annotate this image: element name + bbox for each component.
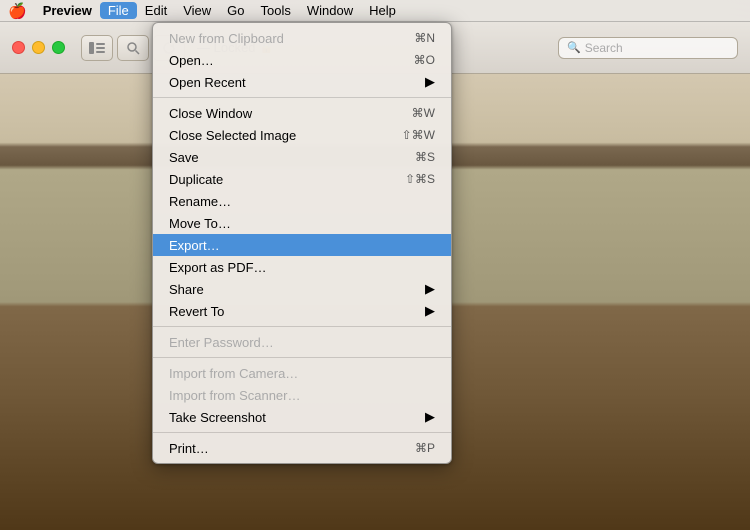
menu-item-move-to-label: Move To… — [169, 216, 435, 231]
menu-item-open-recent-label: Open Recent — [169, 75, 421, 90]
menu-item-rename-label: Rename… — [169, 194, 435, 209]
menu-item-save[interactable]: Save ⌘S — [153, 146, 451, 168]
fullscreen-button[interactable] — [52, 41, 65, 54]
menu-item-move-to[interactable]: Move To… — [153, 212, 451, 234]
zoom-button[interactable] — [117, 35, 149, 61]
menu-item-print[interactable]: Print… ⌘P — [153, 437, 451, 459]
menu-item-close-window-shortcut: ⌘W — [412, 106, 435, 120]
menu-item-close-window-label: Close Window — [169, 106, 392, 121]
menu-item-share-label: Share — [169, 282, 421, 297]
apple-menu-icon[interactable]: 🍎 — [8, 2, 27, 20]
menu-item-close-window[interactable]: Close Window ⌘W — [153, 102, 451, 124]
menu-item-enter-password[interactable]: Enter Password… — [153, 331, 451, 353]
menu-item-print-label: Print… — [169, 441, 395, 456]
menu-item-import-from-scanner[interactable]: Import from Scanner… — [153, 384, 451, 406]
menu-item-open-recent[interactable]: Open Recent ▶ — [153, 71, 451, 93]
menu-item-save-shortcut: ⌘S — [415, 150, 435, 164]
menubar: 🍎 Preview File Edit View Go Tools Window… — [0, 0, 750, 22]
menu-item-take-screenshot[interactable]: Take Screenshot ▶ — [153, 406, 451, 428]
menubar-item-file[interactable]: File — [100, 2, 137, 19]
menubar-item-preview[interactable]: Preview — [35, 2, 100, 19]
menu-item-close-selected-image[interactable]: Close Selected Image ⇧⌘W — [153, 124, 451, 146]
menu-item-duplicate[interactable]: Duplicate ⇧⌘S — [153, 168, 451, 190]
menubar-item-help[interactable]: Help — [361, 2, 404, 19]
menu-item-open-shortcut: ⌘O — [414, 53, 435, 67]
search-placeholder: Search — [585, 41, 623, 55]
revert-to-arrow-icon: ▶ — [425, 303, 435, 319]
search-box[interactable]: 🔍 Search — [558, 37, 738, 59]
search-icon: 🔍 — [567, 41, 581, 54]
menubar-item-view[interactable]: View — [175, 2, 219, 19]
menu-item-revert-to[interactable]: Revert To ▶ — [153, 300, 451, 322]
menu-item-print-shortcut: ⌘P — [415, 441, 435, 455]
menu-item-new-from-clipboard-shortcut: ⌘N — [414, 31, 435, 45]
menu-item-new-from-clipboard[interactable]: New from Clipboard ⌘N — [153, 27, 451, 49]
menu-item-export-label: Export… — [169, 238, 435, 253]
menu-item-export-as-pdf[interactable]: Export as PDF… — [153, 256, 451, 278]
menubar-item-edit[interactable]: Edit — [137, 2, 175, 19]
menu-item-export[interactable]: Export… — [153, 234, 451, 256]
menu-item-enter-password-label: Enter Password… — [169, 335, 435, 350]
menu-item-export-as-pdf-label: Export as PDF… — [169, 260, 435, 275]
share-arrow-icon: ▶ — [425, 281, 435, 297]
menu-item-duplicate-label: Duplicate — [169, 172, 385, 187]
menu-item-revert-to-label: Revert To — [169, 304, 421, 319]
separator-1 — [153, 97, 451, 98]
minimize-button[interactable] — [32, 41, 45, 54]
menubar-item-go[interactable]: Go — [219, 2, 252, 19]
close-button[interactable] — [12, 41, 25, 54]
menu-item-save-label: Save — [169, 150, 395, 165]
menubar-item-tools[interactable]: Tools — [253, 2, 299, 19]
menu-item-duplicate-shortcut: ⇧⌘S — [405, 172, 435, 186]
menu-item-close-selected-image-shortcut: ⇧⌘W — [402, 128, 435, 142]
take-screenshot-arrow-icon: ▶ — [425, 409, 435, 425]
menu-item-open[interactable]: Open… ⌘O — [153, 49, 451, 71]
sidebar-toggle-button[interactable] — [81, 35, 113, 61]
menu-item-take-screenshot-label: Take Screenshot — [169, 410, 421, 425]
menu-item-rename[interactable]: Rename… — [153, 190, 451, 212]
menu-item-close-selected-image-label: Close Selected Image — [169, 128, 382, 143]
menu-item-open-label: Open… — [169, 53, 394, 68]
separator-4 — [153, 432, 451, 433]
file-menu-dropdown: New from Clipboard ⌘N Open… ⌘O Open Rece… — [152, 22, 452, 464]
separator-3 — [153, 357, 451, 358]
open-recent-arrow-icon: ▶ — [425, 74, 435, 90]
menu-item-import-from-scanner-label: Import from Scanner… — [169, 388, 435, 403]
menu-item-import-from-camera-label: Import from Camera… — [169, 366, 435, 381]
menu-item-import-from-camera[interactable]: Import from Camera… — [153, 362, 451, 384]
traffic-lights — [12, 41, 65, 54]
menubar-item-window[interactable]: Window — [299, 2, 361, 19]
menu-item-share[interactable]: Share ▶ — [153, 278, 451, 300]
menu-item-new-from-clipboard-label: New from Clipboard — [169, 31, 394, 46]
separator-2 — [153, 326, 451, 327]
